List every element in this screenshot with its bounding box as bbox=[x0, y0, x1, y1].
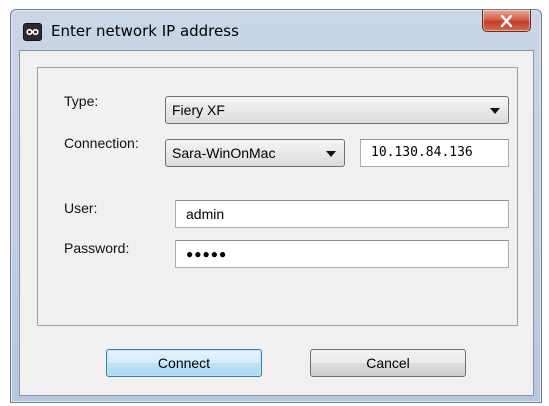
close-button[interactable] bbox=[482, 10, 531, 32]
window-title: Enter network IP address bbox=[51, 22, 239, 40]
user-input[interactable]: admin bbox=[175, 200, 509, 228]
dialog-body: Type: Fiery XF Connection: Sara-WinOnMac… bbox=[19, 50, 534, 396]
chevron-down-icon bbox=[490, 108, 500, 114]
type-label: Type: bbox=[64, 93, 99, 109]
password-label: Password: bbox=[64, 240, 130, 256]
ip-address-input[interactable]: 10.130.84.136 bbox=[360, 139, 509, 167]
app-logo-icon bbox=[23, 23, 42, 41]
user-label: User: bbox=[64, 200, 98, 216]
connect-button[interactable]: Connect bbox=[106, 349, 262, 377]
type-select-value: Fiery XF bbox=[172, 102, 225, 118]
connection-label: Connection: bbox=[64, 135, 139, 151]
password-input[interactable]: ●●●●● bbox=[175, 240, 509, 268]
close-icon bbox=[500, 14, 513, 27]
cancel-button[interactable]: Cancel bbox=[310, 349, 466, 377]
title-bar[interactable]: Enter network IP address bbox=[11, 10, 541, 50]
connection-select-value: Sara-WinOnMac bbox=[172, 145, 276, 161]
chevron-down-icon bbox=[326, 151, 336, 157]
connection-select[interactable]: Sara-WinOnMac bbox=[165, 139, 345, 167]
dialog-window: Enter network IP address Type: Fiery XF … bbox=[10, 9, 542, 403]
connection-settings-group: Type: Fiery XF Connection: Sara-WinOnMac… bbox=[37, 67, 518, 326]
type-select[interactable]: Fiery XF bbox=[165, 96, 509, 124]
